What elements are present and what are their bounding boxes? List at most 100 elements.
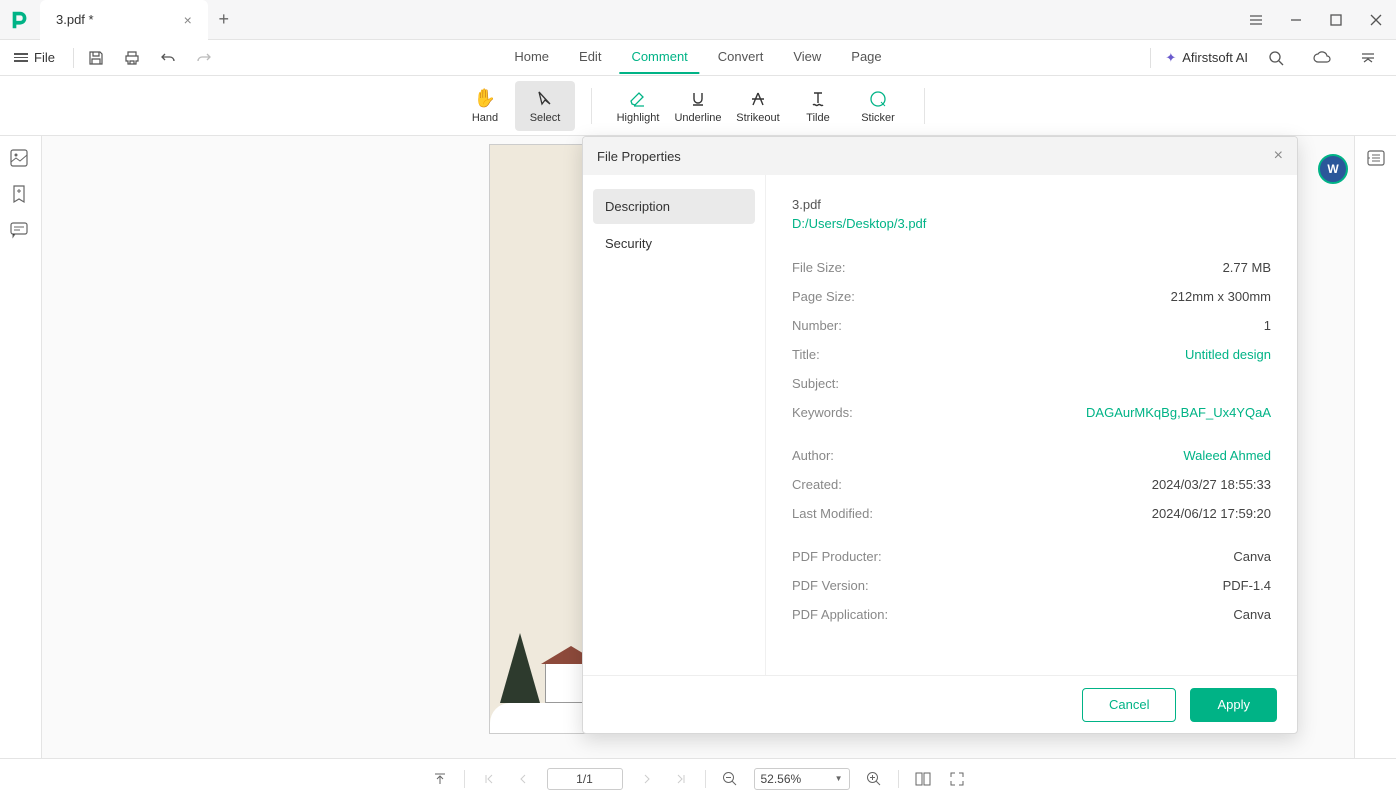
page-size-value: 212mm x 300mm	[1171, 289, 1271, 304]
tool-strikeout[interactable]: Strikeout	[728, 81, 788, 131]
author-label: Author:	[792, 448, 834, 463]
file-label: File	[34, 50, 55, 65]
apply-button[interactable]: Apply	[1190, 688, 1277, 722]
word-badge-text: W	[1327, 162, 1338, 176]
left-sidebar	[0, 136, 42, 758]
cloud-icon[interactable]	[1304, 40, 1340, 76]
tool-tilde[interactable]: Tilde	[788, 81, 848, 131]
dialog-content: 3.pdf D:/Users/Desktop/3.pdf File Size:2…	[765, 175, 1297, 675]
producer-label: PDF Producter:	[792, 549, 882, 564]
modified-value: 2024/06/12 17:59:20	[1152, 506, 1271, 521]
close-tab-icon[interactable]: ×	[184, 12, 192, 28]
dialog-footer: Cancel Apply	[583, 675, 1297, 733]
add-tab-button[interactable]: +	[208, 9, 240, 30]
app-logo	[0, 0, 40, 40]
bookmark-add-icon[interactable]	[9, 184, 33, 208]
zoom-out-icon[interactable]	[720, 771, 740, 787]
tab-title: 3.pdf *	[56, 12, 94, 27]
file-size-label: File Size:	[792, 260, 845, 275]
page-number-input[interactable]	[547, 768, 623, 790]
more-lines-icon[interactable]	[1236, 0, 1276, 40]
tool-sticker-label: Sticker	[861, 112, 895, 124]
minimize-icon[interactable]	[1276, 0, 1316, 40]
menu-right: ✦ Afirstsoft AI	[1146, 40, 1396, 76]
tool-sticker[interactable]: Sticker	[848, 81, 908, 131]
zoom-select[interactable]: 52.56% ▼	[754, 768, 850, 790]
menu-convert[interactable]: Convert	[706, 41, 776, 74]
next-page-icon[interactable]	[637, 773, 657, 785]
print-icon[interactable]	[114, 40, 150, 76]
file-size-value: 2.77 MB	[1223, 260, 1271, 275]
panel-toggle-icon[interactable]	[1366, 148, 1386, 173]
comment-panel-icon[interactable]	[9, 220, 33, 244]
sparkle-icon: ✦	[1165, 50, 1176, 66]
maximize-icon[interactable]	[1316, 0, 1356, 40]
toolbar: ✋ Hand Select Highlight Underline Strike…	[0, 76, 1396, 136]
undo-icon[interactable]	[150, 40, 186, 76]
underline-icon	[689, 88, 707, 110]
modified-label: Last Modified:	[792, 506, 873, 521]
producer-value: Canva	[1233, 549, 1271, 564]
last-page-icon[interactable]	[671, 773, 691, 785]
redo-icon[interactable]	[186, 40, 222, 76]
number-label: Number:	[792, 318, 842, 333]
tool-select[interactable]: Select	[515, 81, 575, 131]
keywords-value[interactable]: DAGAurMKqBg,BAF_Ux4YQaA	[1086, 405, 1271, 420]
hamburger-icon	[14, 53, 28, 62]
save-icon[interactable]	[78, 40, 114, 76]
right-sidebar	[1354, 136, 1396, 758]
page-size-label: Page Size:	[792, 289, 855, 304]
menubar: File Home Edit Comment Convert View Page…	[0, 40, 1396, 76]
dialog-sidebar: Description Security	[583, 175, 765, 675]
export-word-badge[interactable]: W	[1318, 154, 1348, 184]
statusbar: 52.56% ▼	[0, 758, 1396, 798]
sticker-icon	[869, 88, 887, 110]
menu-edit[interactable]: Edit	[567, 41, 613, 74]
first-page-icon[interactable]	[479, 773, 499, 785]
close-window-icon[interactable]	[1356, 0, 1396, 40]
menu-comment[interactable]: Comment	[619, 41, 699, 74]
document-tab[interactable]: 3.pdf * ×	[40, 0, 208, 40]
tool-highlight-label: Highlight	[617, 112, 660, 124]
created-label: Created:	[792, 477, 842, 492]
workspace: Lore eiusmoc W File Properties × Descrip…	[0, 136, 1396, 758]
dialog-close-icon[interactable]: ×	[1274, 147, 1283, 165]
tool-hand-label: Hand	[472, 112, 498, 124]
tool-highlight[interactable]: Highlight	[608, 81, 668, 131]
number-value: 1	[1264, 318, 1271, 333]
thumbnail-icon[interactable]	[9, 148, 33, 172]
search-icon[interactable]	[1258, 40, 1294, 76]
scroll-top-icon[interactable]	[430, 772, 450, 786]
file-menu-button[interactable]: File	[0, 40, 69, 76]
dialog-title: File Properties	[597, 149, 681, 164]
strikeout-icon	[749, 88, 767, 110]
prop-path[interactable]: D:/Users/Desktop/3.pdf	[792, 216, 1271, 231]
tool-strikeout-label: Strikeout	[736, 112, 779, 124]
tilde-icon	[809, 88, 827, 110]
collapse-icon[interactable]	[1350, 40, 1386, 76]
fullscreen-icon[interactable]	[947, 772, 967, 786]
version-value: PDF-1.4	[1223, 578, 1271, 593]
title-label: Title:	[792, 347, 820, 362]
ai-button[interactable]: ✦ Afirstsoft AI	[1165, 50, 1248, 66]
menu-page[interactable]: Page	[839, 41, 893, 74]
toolbar-separator	[591, 88, 592, 124]
created-value: 2024/03/27 18:55:33	[1152, 477, 1271, 492]
tool-hand[interactable]: ✋ Hand	[455, 81, 515, 131]
title-value[interactable]: Untitled design	[1185, 347, 1271, 362]
menu-home[interactable]: Home	[502, 41, 561, 74]
author-value[interactable]: Waleed Ahmed	[1183, 448, 1271, 463]
menu-view[interactable]: View	[781, 41, 833, 74]
version-label: PDF Version:	[792, 578, 869, 593]
cursor-icon	[536, 88, 554, 110]
tool-tilde-label: Tilde	[806, 112, 829, 124]
cancel-button[interactable]: Cancel	[1082, 688, 1176, 722]
zoom-in-icon[interactable]	[864, 771, 884, 787]
sidebar-item-description[interactable]: Description	[593, 189, 755, 224]
facing-pages-icon[interactable]	[913, 772, 933, 786]
subject-label: Subject:	[792, 376, 839, 391]
titlebar: 3.pdf * × +	[0, 0, 1396, 40]
sidebar-item-security[interactable]: Security	[593, 226, 755, 261]
tool-underline[interactable]: Underline	[668, 81, 728, 131]
prev-page-icon[interactable]	[513, 773, 533, 785]
